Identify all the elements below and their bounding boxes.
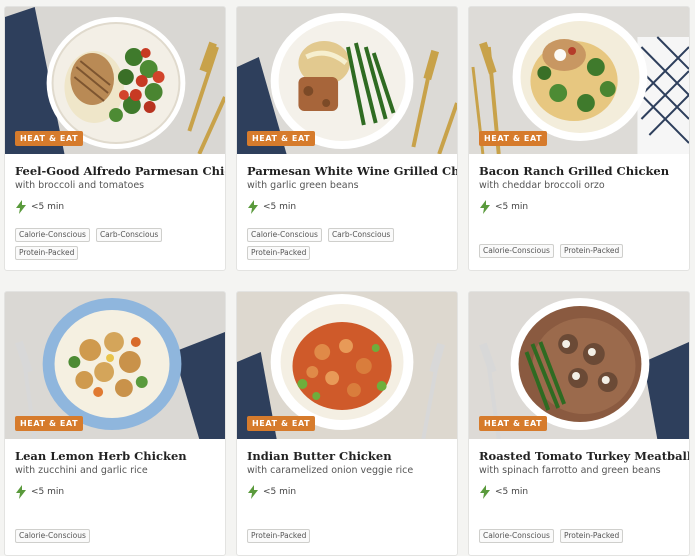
prep-time-label: <5 min bbox=[495, 202, 529, 212]
diet-tags: Calorie-Conscious bbox=[15, 529, 205, 543]
prep-time-label: <5 min bbox=[495, 487, 529, 497]
meal-title[interactable]: Feel-Good Alfredo Parmesan Chicken bbox=[15, 164, 225, 178]
diet-tag: Protein-Packed bbox=[247, 246, 311, 260]
meal-subtitle: with cheddar broccoli orzo bbox=[479, 180, 605, 191]
lightning-bolt-icon bbox=[248, 200, 258, 214]
meal-title[interactable]: Bacon Ranch Grilled Chicken bbox=[479, 164, 679, 178]
lightning-bolt-icon bbox=[16, 200, 26, 214]
heat-and-eat-badge: HEAT & EAT bbox=[15, 416, 84, 431]
meal-subtitle: with zucchini and garlic rice bbox=[15, 465, 148, 476]
meal-grid: HEAT & EAT Feel-Good Alfredo Parmesan Ch… bbox=[4, 6, 690, 556]
meal-card[interactable]: HEAT & EAT Roasted Tomato Turkey Meatbal… bbox=[468, 291, 690, 556]
heat-and-eat-badge: HEAT & EAT bbox=[15, 131, 84, 146]
diet-tag: Protein-Packed bbox=[559, 244, 624, 258]
prep-time: <5 min bbox=[247, 485, 447, 499]
prep-time-label: <5 min bbox=[263, 487, 297, 497]
meal-subtitle: with garlic green beans bbox=[247, 180, 359, 191]
heat-and-eat-badge: HEAT & EAT bbox=[247, 416, 316, 431]
prep-time: <5 min bbox=[479, 485, 679, 499]
diet-tags: Calorie-Conscious Protein-Packed bbox=[479, 529, 669, 543]
meal-card[interactable]: HEAT & EAT Parmesan White Wine Grilled C… bbox=[236, 6, 458, 271]
diet-tag: Calorie-Conscious bbox=[15, 529, 90, 543]
diet-tag: Calorie-Conscious bbox=[15, 228, 90, 242]
prep-time-label: <5 min bbox=[31, 487, 65, 497]
prep-time-label: <5 min bbox=[263, 202, 297, 212]
meal-title[interactable]: Lean Lemon Herb Chicken bbox=[15, 449, 215, 463]
meal-subtitle: with caramelized onion veggie rice bbox=[247, 465, 414, 476]
heat-and-eat-badge: HEAT & EAT bbox=[479, 416, 548, 431]
meal-card[interactable]: HEAT & EAT Feel-Good Alfredo Parmesan Ch… bbox=[4, 6, 226, 271]
heat-and-eat-badge: HEAT & EAT bbox=[247, 131, 316, 146]
diet-tags: Calorie-Conscious Protein-Packed bbox=[479, 244, 669, 258]
lightning-bolt-icon bbox=[16, 485, 26, 499]
meal-photo[interactable]: HEAT & EAT bbox=[469, 292, 689, 439]
diet-tag: Carb-Conscious bbox=[327, 228, 395, 242]
lightning-bolt-icon bbox=[248, 485, 258, 499]
diet-tags: Calorie-Conscious Carb-Conscious Protein… bbox=[15, 228, 205, 260]
meal-photo[interactable]: HEAT & EAT bbox=[5, 292, 225, 439]
diet-tag: Carb-Conscious bbox=[95, 228, 163, 242]
meal-title[interactable]: Roasted Tomato Turkey Meatballs bbox=[479, 449, 689, 463]
meal-subtitle: with broccoli and tomatoes bbox=[15, 180, 145, 191]
diet-tag: Calorie-Conscious bbox=[479, 244, 554, 258]
diet-tag: Protein-Packed bbox=[559, 529, 624, 543]
prep-time: <5 min bbox=[247, 200, 447, 214]
diet-tag: Calorie-Conscious bbox=[247, 228, 322, 242]
meal-card[interactable]: HEAT & EAT Bacon Ranch Grilled Chicken w… bbox=[468, 6, 690, 271]
diet-tag: Protein-Packed bbox=[247, 529, 311, 543]
heat-and-eat-badge: HEAT & EAT bbox=[479, 131, 548, 146]
diet-tags: Calorie-Conscious Carb-Conscious Protein… bbox=[247, 228, 437, 260]
meal-subtitle: with spinach farrotto and green beans bbox=[479, 465, 661, 476]
meal-title[interactable]: Indian Butter Chicken bbox=[247, 449, 447, 463]
meal-photo[interactable]: HEAT & EAT bbox=[5, 7, 225, 154]
prep-time: <5 min bbox=[15, 485, 215, 499]
lightning-bolt-icon bbox=[480, 485, 490, 499]
diet-tag: Calorie-Conscious bbox=[479, 529, 554, 543]
meal-photo[interactable]: HEAT & EAT bbox=[237, 7, 457, 154]
prep-time: <5 min bbox=[479, 200, 679, 214]
lightning-bolt-icon bbox=[480, 200, 490, 214]
meal-photo[interactable]: HEAT & EAT bbox=[469, 7, 689, 154]
diet-tag: Protein-Packed bbox=[15, 246, 79, 260]
prep-time-label: <5 min bbox=[31, 202, 65, 212]
meal-title[interactable]: Parmesan White Wine Grilled Chicken bbox=[247, 164, 457, 178]
meal-card[interactable]: HEAT & EAT Indian Butter Chicken with ca… bbox=[236, 291, 458, 556]
prep-time: <5 min bbox=[15, 200, 215, 214]
meal-photo[interactable]: HEAT & EAT bbox=[237, 292, 457, 439]
diet-tags: Protein-Packed bbox=[247, 529, 437, 543]
meal-card[interactable]: HEAT & EAT Lean Lemon Herb Chicken with … bbox=[4, 291, 226, 556]
